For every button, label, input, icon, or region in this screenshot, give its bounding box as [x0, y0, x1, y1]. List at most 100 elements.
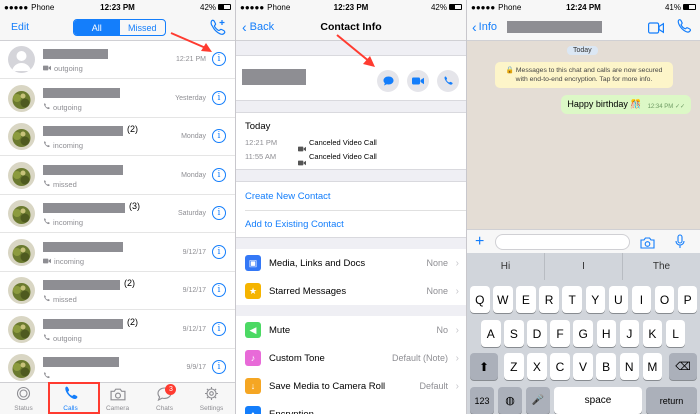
message-button[interactable]	[377, 70, 399, 92]
setting-row[interactable]: ↓ Save Media to Camera Roll Default ›	[236, 372, 466, 400]
setting-value: None	[426, 286, 448, 296]
setting-label: Save Media to Camera Roll	[269, 380, 386, 392]
info-icon[interactable]: i	[212, 206, 226, 220]
info-icon[interactable]: i	[212, 283, 226, 297]
message-text: Happy birthday 🎊	[567, 99, 642, 109]
setting-row[interactable]: ▣ Media, Links and Docs None ›	[236, 249, 466, 277]
info-icon[interactable]: i	[212, 129, 226, 143]
info-icon[interactable]: i	[212, 360, 226, 374]
voice-call-icon[interactable]	[676, 19, 692, 39]
plus-icon[interactable]: +	[475, 233, 484, 251]
phone-icon	[43, 102, 50, 112]
call-row[interactable]: outgoing Yesterday i	[0, 80, 235, 118]
setting-row[interactable]: • Encryption	[236, 400, 466, 414]
key-g[interactable]: G	[573, 320, 593, 347]
key-j[interactable]: J	[619, 320, 640, 347]
edit-button[interactable]: Edit	[11, 21, 29, 33]
backspace-key[interactable]: ⌫	[669, 353, 697, 380]
key-f[interactable]: F	[550, 320, 570, 347]
key-l[interactable]: L	[665, 320, 686, 347]
key-i[interactable]: I	[631, 286, 652, 313]
call-row[interactable]: (3) incoming Saturday i	[0, 195, 235, 233]
call-row[interactable]: (2) outgoing 9/12/17 i	[0, 311, 235, 349]
video-call-button[interactable]	[407, 70, 429, 92]
setting-row[interactable]: ♪ Custom Tone Default (Note) ›	[236, 344, 466, 372]
contact-name-redacted	[43, 203, 125, 213]
numbers-key[interactable]: 123	[470, 387, 494, 414]
add-existing-link[interactable]: Add to Existing Contact	[245, 219, 344, 230]
chevron-right-icon: ›	[455, 324, 459, 336]
battery-percent: 42%	[200, 2, 217, 12]
key-p[interactable]: P	[677, 286, 698, 313]
shift-key[interactable]: ⬆	[470, 353, 498, 380]
star-icon: ★	[245, 283, 261, 299]
key-c[interactable]: C	[550, 353, 570, 380]
message-input[interactable]	[495, 234, 630, 250]
key-e[interactable]: E	[516, 286, 536, 313]
battery-icon	[683, 4, 696, 10]
key-r[interactable]: R	[539, 286, 559, 313]
info-icon[interactable]: i	[212, 244, 226, 259]
info-icon[interactable]: i	[212, 321, 226, 336]
return-key[interactable]: return	[646, 387, 697, 414]
dictation-key[interactable]: 🎤	[526, 387, 550, 414]
create-contact-link[interactable]: Create New Contact	[245, 191, 331, 202]
suggestion[interactable]: Hi	[467, 253, 545, 280]
key-s[interactable]: S	[504, 320, 524, 347]
key-k[interactable]: K	[642, 320, 663, 347]
avatar	[8, 200, 35, 227]
contact-actions: Create New Contact Add to Existing Conta…	[236, 181, 466, 238]
encryption-notice[interactable]: 🔒 Messages to this chat and calls are no…	[495, 62, 673, 88]
signal-icon: ●●●●●	[471, 2, 496, 12]
space-key[interactable]: space	[554, 387, 642, 414]
voice-call-button[interactable]	[437, 70, 459, 92]
setting-row[interactable]: ◀ Mute No ›	[236, 316, 466, 344]
video-call-icon[interactable]	[648, 21, 664, 39]
key-m[interactable]: M	[642, 353, 663, 380]
suggestion[interactable]: The	[623, 253, 700, 280]
key-v[interactable]: V	[573, 353, 593, 380]
call-type-label: outgoing	[53, 333, 82, 343]
suggestion[interactable]: I	[545, 253, 623, 280]
setting-row[interactable]: ★ Starred Messages None ›	[236, 277, 466, 305]
key-w[interactable]: W	[493, 286, 513, 313]
message-bubble[interactable]: Happy birthday 🎊 12:34 PM ✓✓	[561, 95, 691, 114]
call-row[interactable]: missed Monday i	[0, 157, 235, 195]
seg-missed[interactable]: Missed	[120, 20, 166, 35]
tab-camera[interactable]: Camera	[94, 383, 141, 414]
globe-key[interactable]: ◍	[498, 387, 522, 414]
contact-info-screen: ●●●●● Phone 12:23 PM 42% ‹ Back Contact In…	[236, 0, 466, 414]
seg-all[interactable]: All	[74, 20, 120, 35]
key-h[interactable]: H	[596, 320, 616, 347]
call-row[interactable]: (2) incoming Monday i	[0, 118, 235, 156]
call-row[interactable]: incoming 9/12/17 i	[0, 234, 235, 272]
key-a[interactable]: A	[481, 320, 501, 347]
key-b[interactable]: B	[596, 353, 616, 380]
key-o[interactable]: O	[654, 286, 675, 313]
key-z[interactable]: Z	[504, 353, 524, 380]
call-type: outgoing	[43, 103, 82, 112]
tab-settings[interactable]: Settings	[188, 383, 235, 414]
tab-status[interactable]: Status	[0, 383, 47, 414]
tab-chats[interactable]: Chats 3	[141, 383, 188, 414]
clock: 12:23 PM	[333, 2, 369, 12]
key-q[interactable]: Q	[470, 286, 490, 313]
key-y[interactable]: Y	[585, 286, 605, 313]
key-t[interactable]: T	[562, 286, 582, 313]
call-row[interactable]: (2) missed 9/12/17 i	[0, 272, 235, 310]
contact-name-redacted	[43, 318, 123, 329]
clock: 12:24 PM	[566, 2, 601, 12]
call-type: outgoing	[43, 64, 83, 73]
camera-icon[interactable]	[640, 236, 655, 254]
call-history: Today 12:21 PM Canceled Video Call 11:55 A…	[236, 112, 466, 170]
info-icon[interactable]: i	[212, 167, 226, 182]
key-x[interactable]: X	[527, 353, 547, 380]
info-back-button[interactable]: ‹ Info	[472, 19, 497, 35]
key-n[interactable]: N	[619, 353, 639, 380]
call-count: (2)	[124, 278, 135, 288]
key-d[interactable]: D	[527, 320, 547, 347]
info-icon[interactable]: i	[212, 90, 226, 105]
microphone-icon[interactable]	[675, 234, 685, 254]
call-type-label: outgoing	[54, 64, 83, 73]
key-u[interactable]: U	[608, 286, 629, 313]
